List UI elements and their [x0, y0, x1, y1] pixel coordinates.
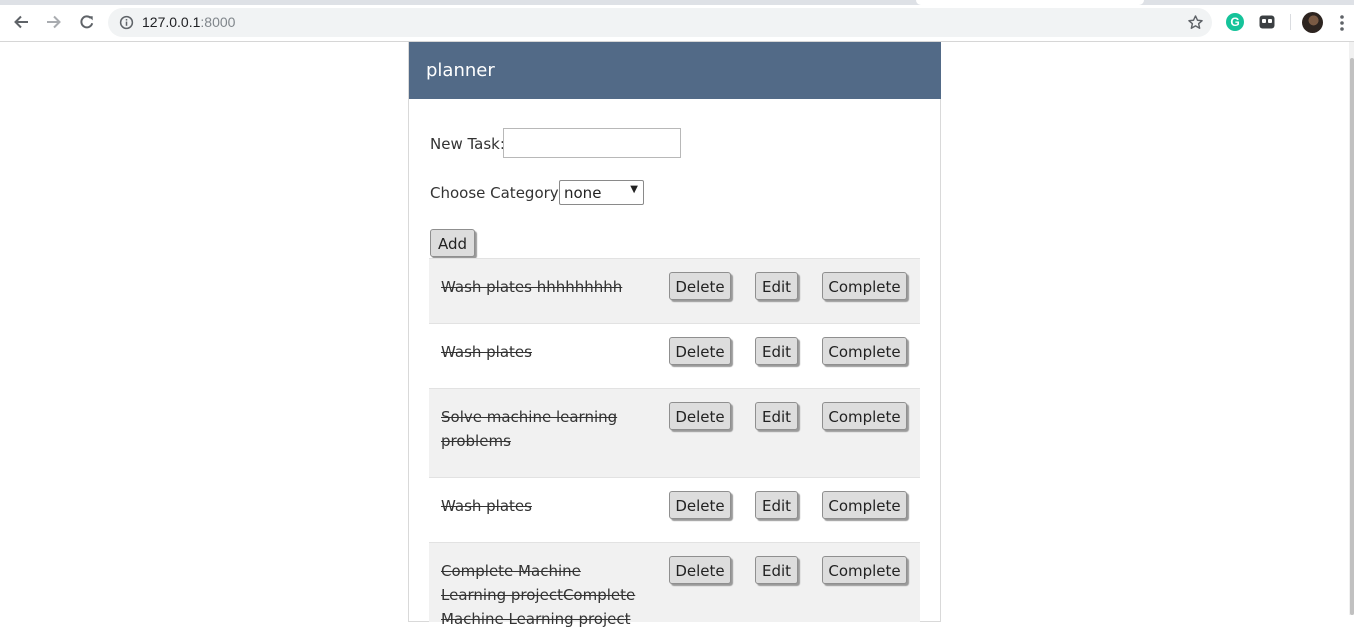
delete-button[interactable]: Delete [669, 491, 731, 519]
star-icon[interactable] [1187, 14, 1204, 31]
scrollbar-thumb[interactable] [1350, 58, 1354, 615]
task-row: Solve machine learning problems Delete E… [429, 388, 920, 477]
extension-glyph-icon [1259, 15, 1275, 29]
edit-button[interactable]: Edit [755, 556, 798, 584]
edit-button[interactable]: Edit [755, 491, 798, 519]
address-bar[interactable]: 127.0.0.1:8000 [108, 8, 1212, 37]
complete-button[interactable]: Complete [822, 337, 907, 365]
arrow-right-icon [47, 15, 61, 29]
new-task-label: New Task: [430, 135, 505, 153]
delete-button[interactable]: Delete [669, 337, 731, 365]
url-host: 127.0.0.1 [142, 14, 201, 30]
complete-button[interactable]: Complete [822, 491, 907, 519]
task-text: Wash plates [441, 497, 532, 515]
url-text: 127.0.0.1:8000 [142, 14, 235, 30]
task-row: Wash plates Delete Edit Complete [429, 477, 920, 542]
category-select[interactable]: none ▼ [559, 180, 644, 205]
edit-button[interactable]: Edit [755, 402, 798, 430]
browser-toolbar: 127.0.0.1:8000 G [0, 0, 1354, 42]
complete-button[interactable]: Complete [822, 272, 907, 300]
app-header: planner [409, 42, 941, 99]
new-task-input[interactable] [503, 128, 681, 158]
task-row: Wash plates Delete Edit Complete [429, 323, 920, 388]
task-text: Complete Machine Learning projectComplet… [441, 562, 636, 628]
arrow-left-icon [14, 15, 28, 29]
edit-button[interactable]: Edit [755, 337, 798, 365]
planner-card: planner New Task: Choose Category: none … [408, 42, 941, 628]
category-selected-value: none [564, 184, 602, 202]
task-row: Complete Machine Learning projectComplet… [429, 542, 920, 628]
task-list: Wash plates hhhhhhhhh Delete Edit Comple… [429, 258, 920, 628]
url-port: :8000 [200, 14, 236, 30]
edit-button[interactable]: Edit [755, 272, 798, 300]
task-row: Wash plates hhhhhhhhh Delete Edit Comple… [429, 258, 920, 323]
profile-avatar[interactable] [1302, 12, 1323, 33]
toolbar-separator [1290, 14, 1291, 30]
info-icon[interactable] [119, 15, 134, 30]
grammarly-icon[interactable]: G [1226, 13, 1244, 31]
task-text: Solve machine learning problems [441, 408, 618, 450]
delete-button[interactable]: Delete [669, 402, 731, 430]
dropdown-arrow-icon: ▼ [630, 184, 638, 195]
extension-icon[interactable] [1258, 13, 1276, 31]
forward-button[interactable] [43, 11, 65, 33]
reload-button[interactable] [76, 11, 98, 33]
delete-button[interactable]: Delete [669, 272, 731, 300]
add-button[interactable]: Add [430, 229, 475, 257]
kebab-menu-icon[interactable] [1338, 13, 1346, 33]
active-tab[interactable] [916, 0, 1144, 5]
tab-strip [0, 0, 1354, 5]
reload-icon [80, 15, 94, 29]
complete-button[interactable]: Complete [822, 402, 907, 430]
complete-button[interactable]: Complete [822, 556, 907, 584]
back-button[interactable] [10, 11, 32, 33]
delete-button[interactable]: Delete [669, 556, 731, 584]
app-title: planner [426, 60, 495, 81]
task-text: Wash plates hhhhhhhhh [441, 278, 623, 296]
grammarly-letter: G [1230, 15, 1240, 29]
category-label: Choose Category: [430, 184, 563, 202]
task-text: Wash plates [441, 343, 532, 361]
